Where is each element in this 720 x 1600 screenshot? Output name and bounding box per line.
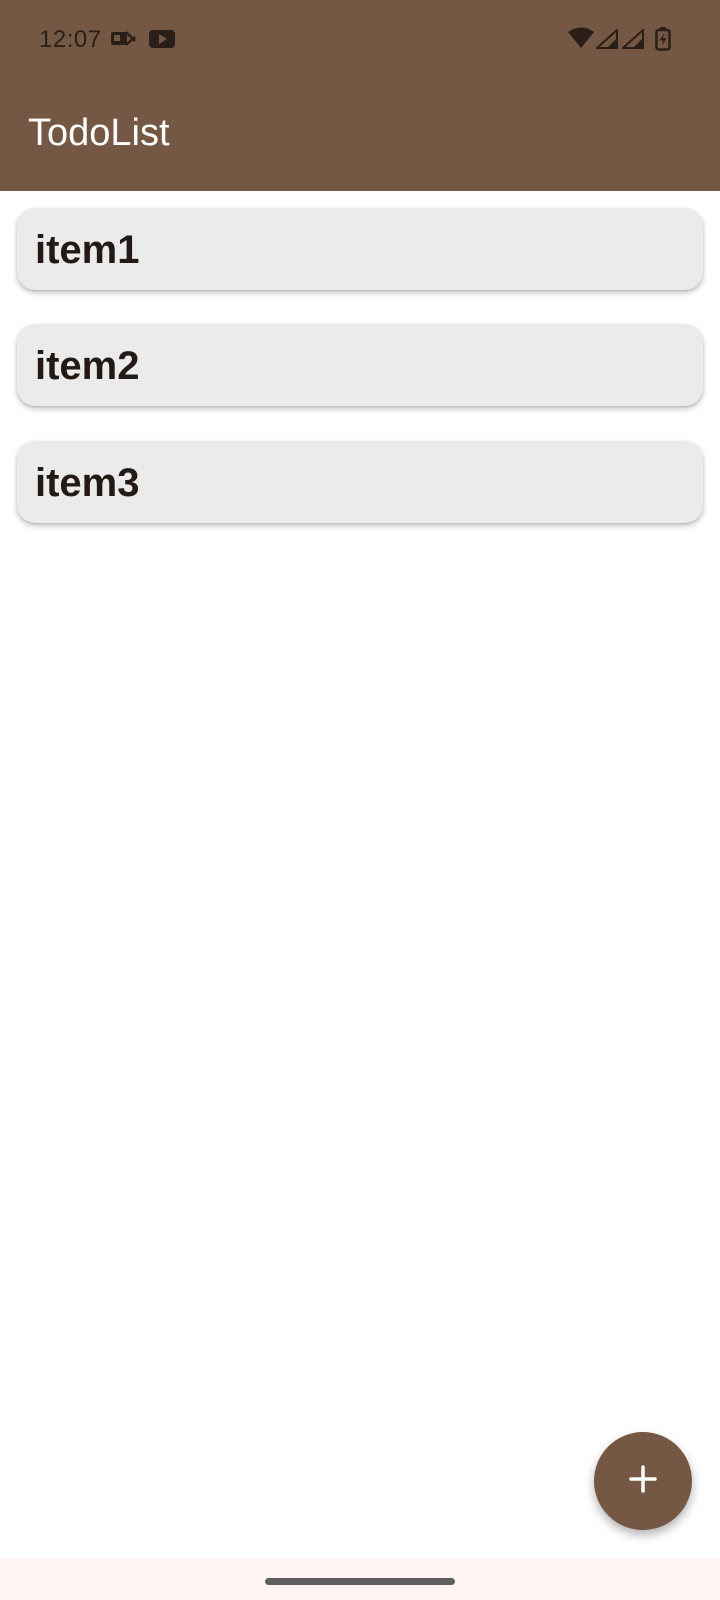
wifi-icon — [568, 27, 594, 54]
navigation-bar — [0, 1558, 720, 1600]
signal-icon — [594, 27, 618, 54]
status-bar: 12:07 — [0, 0, 720, 80]
signal-icon — [620, 27, 644, 54]
plus-icon — [628, 1464, 658, 1499]
todo-item-label: item3 — [35, 461, 140, 505]
todo-item-label: item1 — [35, 228, 140, 272]
todo-item[interactable]: item1 — [17, 208, 703, 290]
todo-item[interactable]: item2 — [17, 324, 703, 406]
youtube-icon — [148, 28, 176, 55]
battery-charging-icon — [655, 27, 671, 56]
app-title: TodoList — [28, 112, 170, 154]
nfc-pay-icon — [110, 28, 136, 55]
todo-item[interactable]: item3 — [17, 441, 703, 523]
home-gesture-handle[interactable] — [265, 1578, 455, 1585]
app-bar: 12:07 TodoList — [0, 0, 720, 191]
add-item-button[interactable] — [594, 1432, 692, 1530]
todo-item-label: item2 — [35, 344, 140, 388]
status-time: 12:07 — [39, 26, 102, 53]
